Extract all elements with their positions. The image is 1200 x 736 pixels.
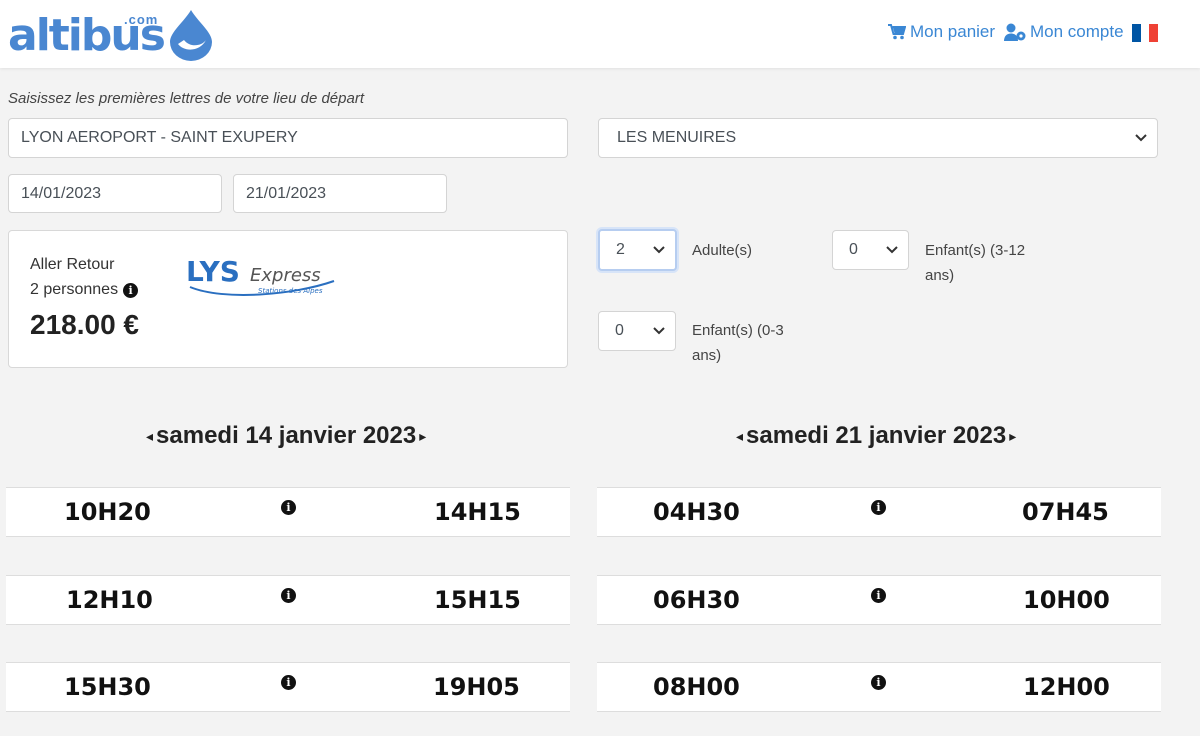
- prev-day-return-icon[interactable]: ◂: [736, 428, 743, 445]
- stations-text: Stations des Alpes: [258, 287, 323, 295]
- adults-select[interactable]: 2: [598, 229, 677, 271]
- departure-time: 04H30: [653, 498, 740, 526]
- outbound-trip-row[interactable]: 15H30 i 19H05: [6, 662, 570, 712]
- destination-value: LES MENUIRES: [617, 129, 737, 146]
- departure-time: 12H10: [66, 586, 153, 614]
- infants-select[interactable]: 0: [598, 311, 676, 351]
- return-date-heading: ◂ samedi 21 janvier 2023 ▸: [733, 422, 1019, 450]
- chevron-down-icon: [653, 246, 665, 254]
- info-icon[interactable]: i: [871, 500, 886, 515]
- children-label-line1: Enfant(s) (3-12: [925, 242, 1026, 259]
- shopping-cart-icon: [888, 24, 906, 40]
- children-value: 0: [849, 241, 858, 258]
- lys-express-logo: LYS Express Stations des Alpes: [184, 251, 344, 299]
- account-label: Mon compte: [1030, 22, 1124, 41]
- header: altibus .com Mon panier Mon compte: [0, 0, 1200, 68]
- info-icon[interactable]: i: [871, 588, 886, 603]
- infants-value: 0: [615, 322, 624, 339]
- arrival-time: 19H05: [433, 673, 520, 701]
- chevron-down-icon: [1135, 134, 1147, 142]
- outbound-date-value: 14/01/2023: [21, 184, 102, 202]
- chevron-down-icon: [653, 327, 665, 335]
- cart-label: Mon panier: [910, 22, 996, 41]
- infants-label-line1: Enfant(s) (0-3: [692, 322, 784, 339]
- lys-express-swoosh: LYS Express Stations des Alpes: [186, 255, 335, 296]
- outbound-date-label: samedi 14 janvier 2023: [156, 422, 417, 449]
- next-day-return-icon[interactable]: ▸: [1009, 428, 1016, 445]
- logo-suffix: .com: [124, 12, 159, 27]
- cart-link[interactable]: Mon panier: [888, 22, 995, 42]
- account-link[interactable]: Mon compte: [1004, 22, 1124, 42]
- info-icon[interactable]: i: [281, 675, 296, 690]
- outbound-trip-row[interactable]: 10H20 i 14H15: [6, 487, 570, 537]
- arrival-time: 15H15: [434, 586, 521, 614]
- arrival-time: 10H00: [1023, 586, 1110, 614]
- return-trip-row[interactable]: 06H30 i 10H00: [597, 575, 1161, 625]
- children-label-line2: ans): [925, 267, 955, 284]
- adults-label: Adulte(s): [692, 242, 753, 259]
- departure-time: 15H30: [64, 673, 151, 701]
- return-date-label: samedi 21 janvier 2023: [746, 422, 1007, 449]
- trip-type: Aller Retour: [30, 256, 115, 273]
- trip-summary-card: Aller Retour 2 personnes i 218.00 € LYS …: [8, 230, 568, 368]
- departure-input[interactable]: LYON AEROPORT - SAINT EXUPERY: [8, 118, 568, 158]
- infants-label: Enfant(s) (0-3 ans): [692, 318, 784, 368]
- outbound-date-heading: ◂ samedi 14 janvier 2023 ▸: [143, 422, 429, 450]
- infants-label-line2: ans): [692, 347, 722, 364]
- altibus-logo[interactable]: altibus .com: [8, 6, 218, 62]
- persons-row: 2 personnes i: [30, 281, 139, 299]
- flag-blue-stripe: [1132, 24, 1141, 42]
- outbound-date-input[interactable]: 14/01/2023: [8, 174, 222, 213]
- children-label: Enfant(s) (3-12 ans): [925, 238, 1025, 288]
- flag-red-stripe: [1149, 24, 1159, 42]
- info-icon[interactable]: i: [281, 588, 296, 603]
- return-date-value: 21/01/2023: [246, 184, 327, 202]
- lys-text: LYS: [186, 255, 240, 288]
- outbound-trip-row[interactable]: 12H10 i 15H15: [6, 575, 570, 625]
- next-day-outbound-icon[interactable]: ▸: [419, 428, 426, 445]
- departure-hint: Saisissez les premières lettres de votre…: [8, 90, 365, 107]
- departure-value: LYON AEROPORT - SAINT EXUPERY: [21, 129, 298, 146]
- flag-white-stripe: [1140, 24, 1150, 42]
- children-select[interactable]: 0: [832, 230, 909, 270]
- arrival-time: 07H45: [1022, 498, 1109, 526]
- arrival-time: 12H00: [1023, 673, 1110, 701]
- arrival-time: 14H15: [434, 498, 521, 526]
- total-price: 218.00 €: [30, 309, 139, 340]
- departure-time: 06H30: [653, 586, 740, 614]
- departure-time: 10H20: [64, 498, 151, 526]
- return-trip-row[interactable]: 04H30 i 07H45: [597, 487, 1161, 537]
- info-icon[interactable]: i: [281, 500, 296, 515]
- info-icon[interactable]: i: [123, 282, 139, 298]
- water-drop-icon: [170, 10, 212, 61]
- prev-day-outbound-icon[interactable]: ◂: [146, 428, 153, 445]
- chevron-down-icon: [886, 246, 898, 254]
- departure-time: 08H00: [653, 673, 740, 701]
- user-gear-icon: [1004, 23, 1026, 41]
- return-date-input[interactable]: 21/01/2023: [233, 174, 447, 213]
- return-trip-row[interactable]: 08H00 i 12H00: [597, 662, 1161, 712]
- destination-select[interactable]: LES MENUIRES: [598, 118, 1158, 158]
- persons-count: 2 personnes: [30, 281, 119, 298]
- express-text: Express: [250, 265, 321, 286]
- french-flag-icon[interactable]: [1132, 24, 1159, 42]
- adults-value: 2: [616, 241, 625, 258]
- info-icon[interactable]: i: [871, 675, 886, 690]
